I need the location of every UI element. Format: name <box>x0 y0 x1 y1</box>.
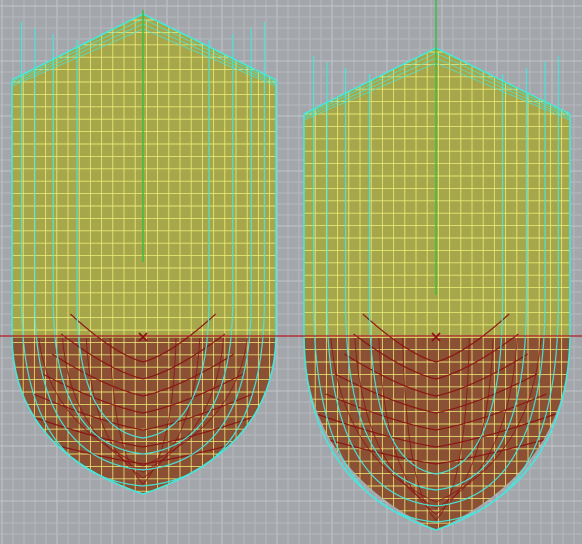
body-plan-view[interactable] <box>0 0 582 544</box>
cad-viewport[interactable] <box>0 0 582 544</box>
hull-right[interactable] <box>303 47 571 531</box>
hull-left[interactable] <box>11 13 277 495</box>
